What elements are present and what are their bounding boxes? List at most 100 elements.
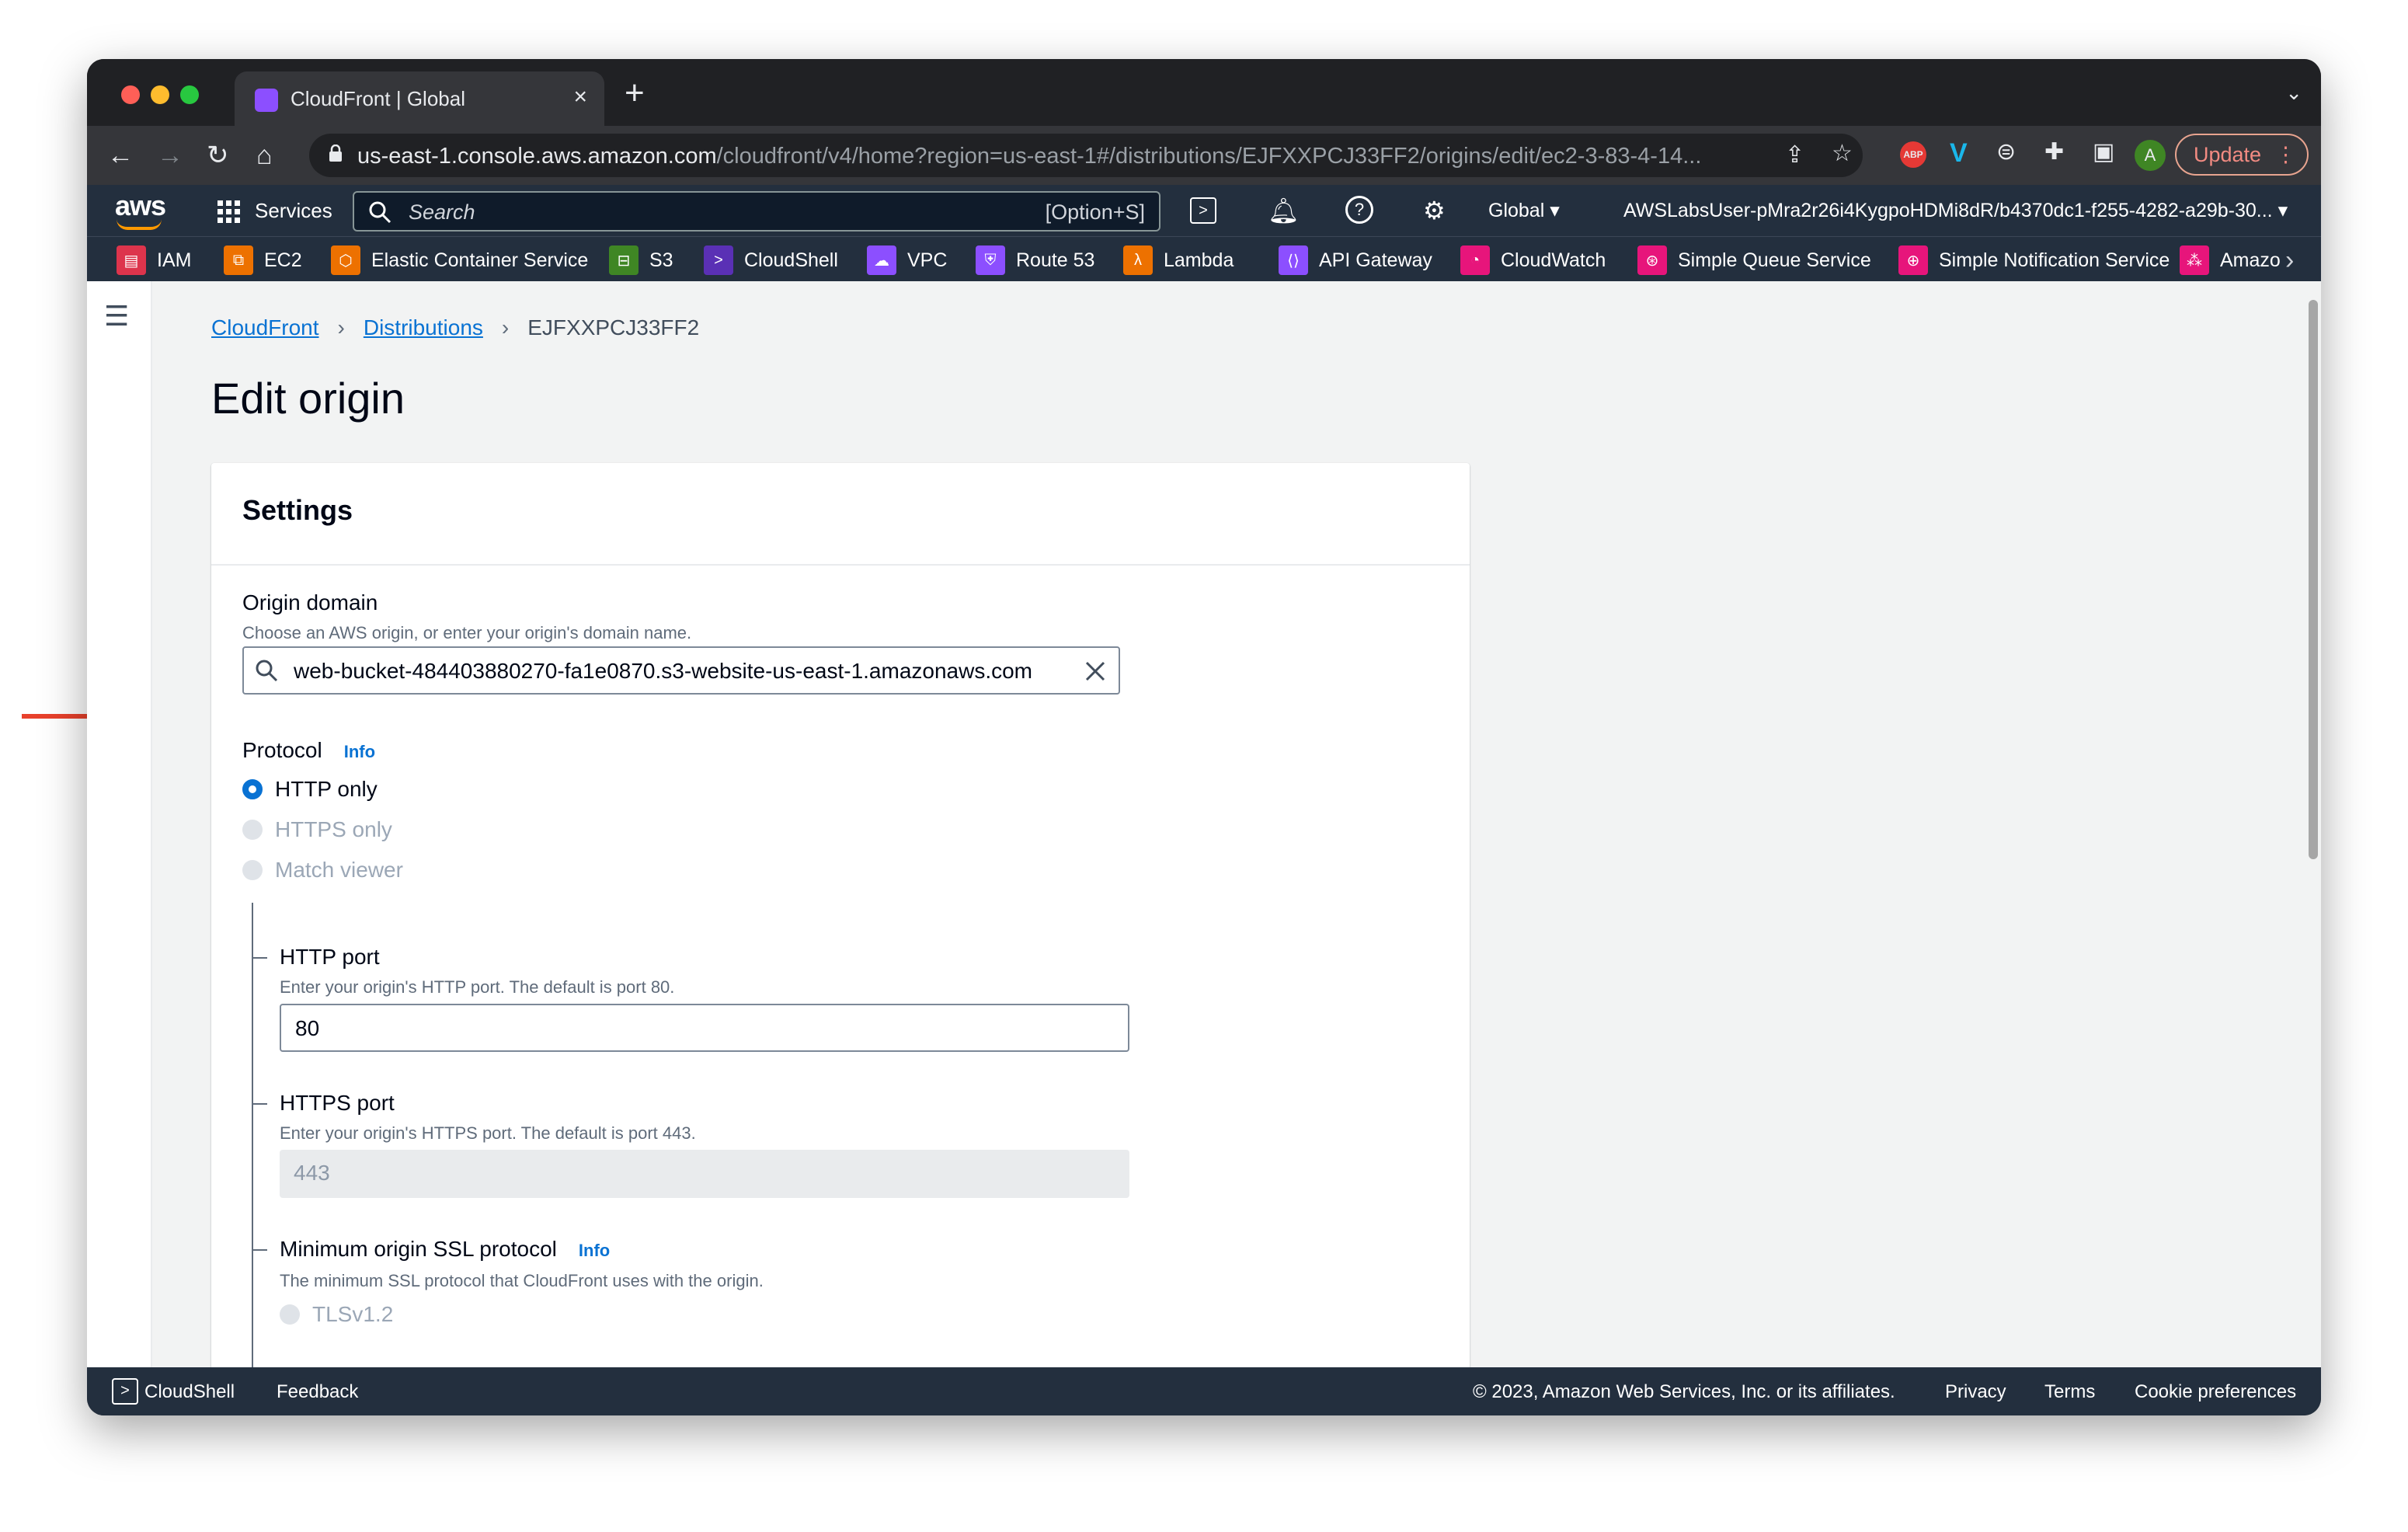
browser-toolbar: ← → ↻ ⌂ us-east-1.console.aws.amazon.com… — [87, 126, 2321, 185]
min-ssl-info-link[interactable]: Info — [579, 1241, 610, 1260]
extension-circle-icon[interactable]: ⊜ — [1996, 138, 2016, 165]
cloudshell-footer-icon[interactable]: > — [112, 1378, 138, 1405]
fav-sqs[interactable]: ⊛ Simple Queue Service — [1637, 245, 1871, 276]
s3-bucket-icon: ⊟ — [609, 245, 639, 275]
aws-logo[interactable]: aws — [115, 190, 166, 222]
search-shortcut: [Option+S] — [1045, 200, 1145, 224]
protocol-info-link[interactable]: Info — [344, 742, 375, 761]
fav-api-gateway[interactable]: ⟨⟩ API Gateway — [1279, 245, 1432, 276]
account-menu[interactable]: AWSLabsUser-pMra2r26i4KygpoHDMi8dR/b4370… — [1623, 199, 2288, 222]
zoom-window-button[interactable] — [180, 85, 199, 104]
footer-copyright: © 2023, Amazon Web Services, Inc. or its… — [1473, 1381, 1895, 1402]
side-panel-icon[interactable]: ▣ — [2093, 138, 2114, 165]
footer-cookie-preferences[interactable]: Cookie preferences — [2135, 1381, 2296, 1403]
cloudshell-icon[interactable]: > — [1190, 197, 1216, 224]
route53-shield-icon: ⛨ — [976, 245, 1005, 275]
fav-cloudshell[interactable]: > CloudShell — [704, 245, 838, 276]
hamburger-menu-icon[interactable]: ☰ — [104, 300, 129, 333]
browser-tab[interactable]: CloudFront | Global × — [235, 71, 604, 126]
forward-arrow-icon[interactable]: → — [157, 140, 183, 171]
footer-feedback[interactable]: Feedback — [277, 1381, 358, 1403]
browser-window: CloudFront | Global × + ⌄ ← → ↻ ⌂ us-eas… — [87, 59, 2321, 1415]
sqs-icon: ⊛ — [1637, 245, 1667, 275]
radio-tlsv12[interactable]: TLSv1.2 — [280, 1302, 393, 1327]
iam-icon: ▤ — [117, 245, 146, 275]
tab-strip: CloudFront | Global × + ⌄ — [87, 59, 2321, 126]
close-window-button[interactable] — [121, 85, 140, 104]
tab-search-chevron-icon[interactable]: ⌄ — [2285, 81, 2302, 105]
vpc-cloud-icon: ☁ — [867, 245, 896, 275]
api-gateway-icon: ⟨⟩ — [1279, 245, 1308, 275]
radio-match-viewer[interactable]: Match viewer — [242, 858, 403, 883]
http-port-description: Enter your origin's HTTP port. The defau… — [280, 977, 675, 997]
ec2-icon: ⧉ — [224, 245, 253, 275]
tree-connector-branch — [252, 957, 267, 959]
help-icon[interactable]: ? — [1345, 196, 1373, 224]
breadcrumb-cloudfront[interactable]: CloudFront — [211, 315, 319, 339]
favorites-scroll-right-icon[interactable]: › — [2285, 245, 2294, 276]
fav-ecs[interactable]: ⬡ Elastic Container Service — [331, 245, 588, 276]
close-tab-icon[interactable]: × — [573, 84, 587, 110]
region-selector[interactable]: Global ▾ — [1488, 199, 1560, 222]
home-icon[interactable]: ⌂ — [256, 140, 273, 171]
lock-icon — [329, 144, 342, 162]
footer-privacy[interactable]: Privacy — [1945, 1381, 2006, 1403]
address-bar[interactable]: us-east-1.console.aws.amazon.com/cloudfr… — [309, 134, 1863, 177]
notifications-bell-icon[interactable]: 🔔︎ — [1268, 196, 1300, 225]
profile-avatar[interactable]: A — [2135, 140, 2166, 171]
breadcrumb-distributions[interactable]: Distributions — [364, 315, 483, 339]
fav-s3[interactable]: ⊟ S3 — [609, 245, 673, 276]
services-menu[interactable]: Services — [255, 199, 332, 223]
vimeo-icon[interactable]: V — [1950, 138, 1968, 169]
fav-route53[interactable]: ⛨ Route 53 — [976, 245, 1094, 276]
https-port-description: Enter your origin's HTTPS port. The defa… — [280, 1123, 696, 1143]
fav-sns[interactable]: ⊕ Simple Notification Service — [1898, 245, 2170, 276]
puzzle-extensions-icon[interactable]: ✚ — [2044, 138, 2064, 165]
fav-vpc[interactable]: ☁ VPC — [867, 245, 947, 276]
https-port-value: 443 — [294, 1161, 330, 1185]
breadcrumb-distribution-id: EJFXXPCJ33FF2 — [527, 315, 700, 339]
bookmark-star-icon[interactable]: ☆ — [1832, 140, 1853, 167]
settings-panel-header: Settings — [211, 463, 1470, 566]
origin-domain-input[interactable]: web-bucket-484403880270-fa1e0870.s3-webs… — [242, 646, 1120, 695]
fav-iam[interactable]: ▤ IAM — [117, 245, 191, 276]
reload-icon[interactable]: ↻ — [207, 140, 229, 171]
new-tab-icon[interactable]: + — [625, 76, 645, 110]
tree-connector-branch — [252, 1249, 267, 1251]
tree-connector-branch — [252, 1103, 267, 1105]
clear-input-icon[interactable] — [1084, 660, 1106, 682]
page-scrollbar[interactable] — [2309, 300, 2318, 859]
origin-domain-description: Choose an AWS origin, or enter your orig… — [242, 623, 692, 642]
services-grid-icon[interactable] — [217, 200, 241, 224]
radio-http-only[interactable]: HTTP only — [242, 777, 378, 802]
aws-logo-smile — [117, 219, 162, 230]
adblock-icon[interactable]: ABP — [1900, 141, 1926, 168]
https-port-label: HTTPS port — [280, 1091, 395, 1115]
fav-lambda[interactable]: λ Lambda — [1123, 245, 1234, 276]
update-button[interactable]: Update ⋮ — [2175, 134, 2309, 176]
console-search-input[interactable]: Search [Option+S] — [353, 191, 1161, 232]
min-ssl-description: The minimum SSL protocol that CloudFront… — [280, 1271, 764, 1290]
minimize-window-button[interactable] — [151, 85, 169, 104]
footer-cloudshell[interactable]: CloudShell — [144, 1381, 235, 1403]
radio-https-only[interactable]: HTTPS only — [242, 817, 392, 842]
footer-terms[interactable]: Terms — [2044, 1381, 2095, 1403]
main-content: ☰ CloudFront › Distributions › EJFXXPCJ33FF2… — [87, 281, 2321, 1367]
share-icon[interactable]: ⇪ — [1785, 141, 1804, 169]
radio-selected-icon — [242, 779, 263, 799]
chevron-right-icon: › — [501, 315, 510, 339]
sns-icon: ⊕ — [1898, 245, 1928, 275]
radio-disabled-icon — [242, 860, 263, 880]
https-port-input[interactable]: 443 — [280, 1150, 1129, 1198]
cloudwatch-icon: ◔ — [1460, 245, 1490, 275]
fav-ec2[interactable]: ⧉ EC2 — [224, 245, 302, 276]
fav-amazon[interactable]: ⁂ Amazo — [2180, 245, 2281, 276]
settings-gear-icon[interactable]: ⚙ — [1423, 196, 1446, 225]
http-port-input[interactable]: 80 — [280, 1004, 1129, 1052]
more-menu-icon: ⋮ — [2275, 143, 2296, 166]
back-arrow-icon[interactable]: ← — [107, 140, 134, 171]
console-footer: > CloudShell Feedback © 2023, Amazon Web… — [87, 1367, 2321, 1415]
http-port-value: 80 — [295, 1016, 320, 1040]
fav-cloudwatch[interactable]: ◔ CloudWatch — [1460, 245, 1606, 276]
tree-connector-line — [252, 903, 253, 1367]
